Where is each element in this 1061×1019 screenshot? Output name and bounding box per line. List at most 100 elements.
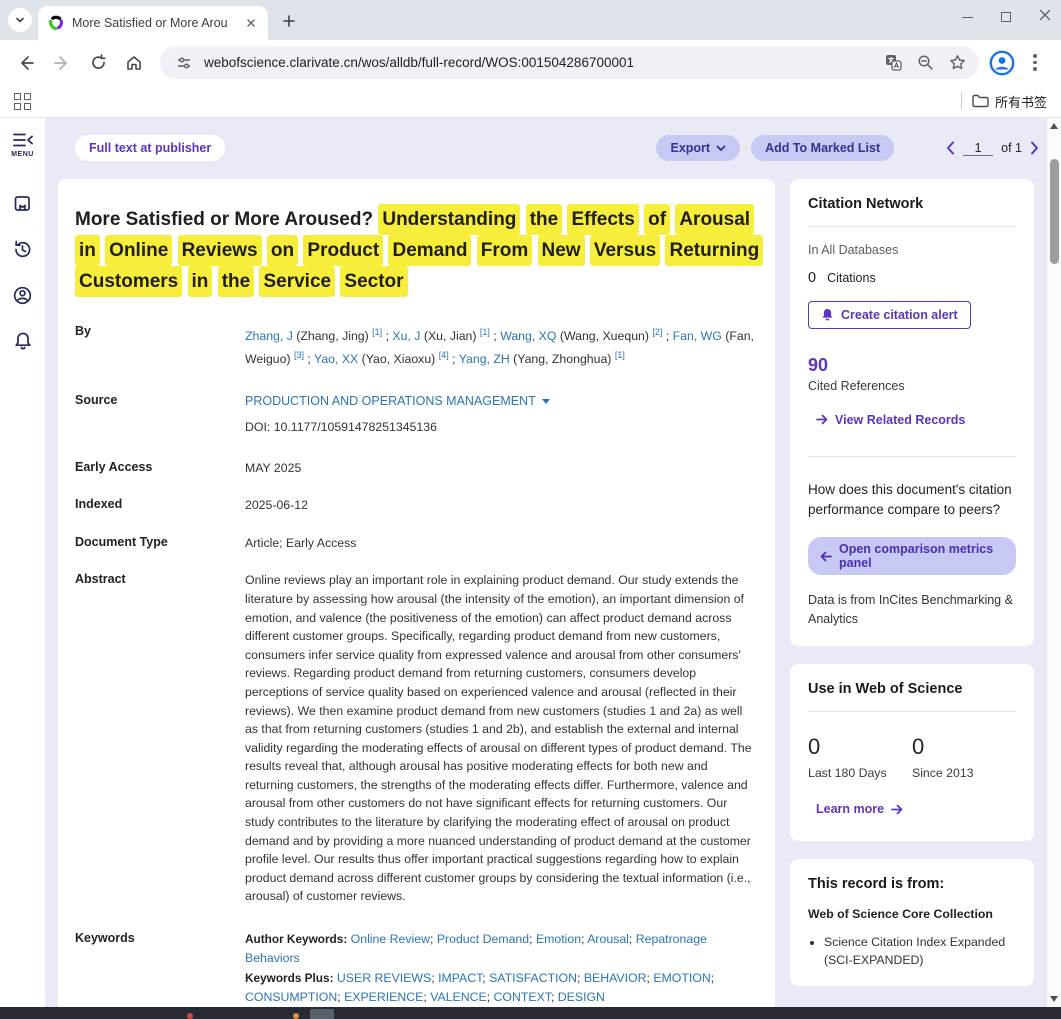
highlighted-word: Returning (665, 235, 763, 266)
page-input[interactable] (963, 141, 993, 156)
menu-toggle[interactable]: MENU (11, 131, 34, 158)
bookmark-star-icon[interactable] (945, 51, 969, 75)
site-settings-icon[interactable] (172, 51, 196, 75)
add-to-marked-list-button[interactable]: Add To Marked List (751, 135, 894, 161)
tab-close-icon[interactable] (242, 14, 260, 32)
citation-network-card: Citation Network In All Databases 0 Cita… (790, 179, 1034, 646)
author-link[interactable]: Yang, ZH (459, 352, 510, 366)
keyword-link[interactable]: USER REVIEWS (337, 971, 431, 985)
keyword-link[interactable]: CONTEXT (494, 990, 551, 1004)
affiliation-ref[interactable]: [4] (439, 350, 449, 360)
next-record-icon[interactable] (1030, 141, 1039, 155)
profile-avatar[interactable] (989, 50, 1015, 76)
keyword-link[interactable]: Arousal (587, 932, 629, 946)
browser-tab[interactable]: More Satisfied or More Arou (38, 6, 268, 40)
all-bookmarks-label: 所有书签 (995, 92, 1047, 111)
maximize-button[interactable] (1001, 12, 1011, 22)
affiliation-ref[interactable]: [2] (652, 327, 662, 337)
indexed-value: 2025-06-12 (245, 496, 756, 515)
journal-name: PRODUCTION AND OPERATIONS MANAGEMENT (245, 392, 536, 411)
back-button[interactable] (10, 47, 42, 79)
browser-menu-icon[interactable] (1019, 47, 1051, 79)
affiliation-ref[interactable]: [1] (372, 327, 382, 337)
researcher-profile-nav[interactable] (12, 285, 33, 306)
learn-more-link[interactable]: Learn more (816, 802, 903, 816)
address-bar[interactable]: webofscience.clarivate.cn/wos/alldb/full… (160, 46, 979, 79)
zoom-out-icon[interactable] (913, 51, 937, 75)
taskbar-app-icon[interactable] (293, 1013, 299, 1019)
export-button[interactable]: Export (656, 135, 740, 161)
cited-references-count: 90 (808, 355, 1016, 376)
web-of-science-page: MENU (0, 118, 1061, 1007)
keyword-link[interactable]: SATISFACTION (489, 971, 577, 985)
browser-toolbar: webofscience.clarivate.cn/wos/alldb/full… (0, 40, 1061, 85)
keyword-link[interactable]: IMPACT (438, 971, 482, 985)
highlighted-word: Versus (590, 235, 660, 266)
incites-note: Data is from InCites Benchmarking & Anal… (808, 591, 1016, 629)
keyword-link[interactable]: EMOTION (653, 971, 710, 985)
previous-record-icon[interactable] (946, 141, 955, 155)
arrow-right-icon (816, 414, 828, 425)
affiliation-ref[interactable]: [1] (480, 327, 490, 337)
affiliation-ref[interactable]: [3] (294, 350, 304, 360)
full-text-button[interactable]: Full text at publisher (75, 135, 225, 161)
page-count: of 1 (1001, 141, 1022, 155)
highlighted-word: Service (259, 266, 335, 297)
keyword-link[interactable]: VALENCE (430, 990, 487, 1004)
author-link[interactable]: Wang, XQ (500, 329, 556, 343)
highlighted-word: in (188, 266, 213, 297)
minimize-button[interactable] (962, 17, 973, 18)
keyword-link[interactable]: Product Demand (437, 932, 529, 946)
keyword-link[interactable]: DESIGN (558, 990, 605, 1004)
keyword-link[interactable]: Emotion (536, 932, 581, 946)
page-scrollbar[interactable] (1046, 118, 1061, 1007)
new-tab-button[interactable] (276, 8, 302, 34)
author-link[interactable]: Xu, J (392, 329, 420, 343)
keywords-plus-label: Keywords Plus: (245, 971, 334, 985)
browser-window: More Satisfied or More Arou (0, 0, 1061, 1019)
author-link[interactable]: Fan, WG (673, 329, 722, 343)
scroll-down-icon[interactable] (1050, 996, 1058, 1002)
scroll-up-icon[interactable] (1050, 123, 1058, 129)
affiliation-ref[interactable]: [1] (615, 350, 625, 360)
scrollbar-thumb[interactable] (1050, 159, 1059, 264)
reload-button[interactable] (82, 47, 114, 79)
by-label: By (75, 323, 245, 368)
citation-network-title: Citation Network (808, 196, 1016, 212)
history-icon (12, 239, 33, 260)
author-link[interactable]: Yao, XX (314, 352, 358, 366)
home-button[interactable] (118, 47, 150, 79)
citations-count: 0 (808, 270, 816, 286)
keyword-link[interactable]: Online Review (351, 932, 430, 946)
history-nav[interactable] (12, 239, 33, 260)
all-bookmarks-button[interactable]: 所有书签 (972, 92, 1047, 111)
tab-search-button[interactable] (8, 8, 32, 32)
highlighted-word: Product (303, 235, 383, 266)
forward-button[interactable] (46, 47, 78, 79)
apps-grid-icon[interactable] (14, 93, 31, 110)
open-comparison-panel-button[interactable]: Open comparison metrics panel (808, 537, 1016, 575)
view-related-records-link[interactable]: View Related Records (816, 413, 965, 427)
windows-taskbar[interactable] (0, 1007, 1061, 1019)
keyword-link[interactable]: BEHAVIOR (584, 971, 647, 985)
doi-text: DOI: 10.1177/10591478251345136 (245, 418, 756, 437)
highlighted-word: From (477, 235, 533, 266)
translate-icon[interactable] (881, 51, 905, 75)
author-link[interactable]: Zhang, J (245, 329, 293, 343)
journal-link[interactable]: PRODUCTION AND OPERATIONS MANAGEMENT (245, 392, 550, 411)
taskbar-app-icon[interactable] (187, 1013, 193, 1019)
highlighted-word: on (267, 235, 298, 266)
create-citation-alert-button[interactable]: Create citation alert (808, 301, 971, 329)
early-access-value: MAY 2025 (245, 459, 756, 478)
url-text[interactable]: webofscience.clarivate.cn/wos/alldb/full… (204, 55, 873, 70)
learn-more-label: Learn more (816, 802, 884, 816)
document-type-value: Article; Early Access (245, 534, 756, 553)
keyword-link[interactable]: CONSUMPTION (245, 990, 337, 1004)
close-button[interactable] (1039, 8, 1051, 26)
marked-list-nav[interactable] (12, 193, 33, 214)
taskbar-active-app[interactable] (310, 1009, 334, 1019)
highlighted-word: Customers (75, 266, 182, 297)
alerts-nav[interactable] (13, 331, 33, 352)
keyword-link[interactable]: EXPERIENCE (344, 990, 423, 1004)
document-type-label: Document Type (75, 534, 245, 553)
